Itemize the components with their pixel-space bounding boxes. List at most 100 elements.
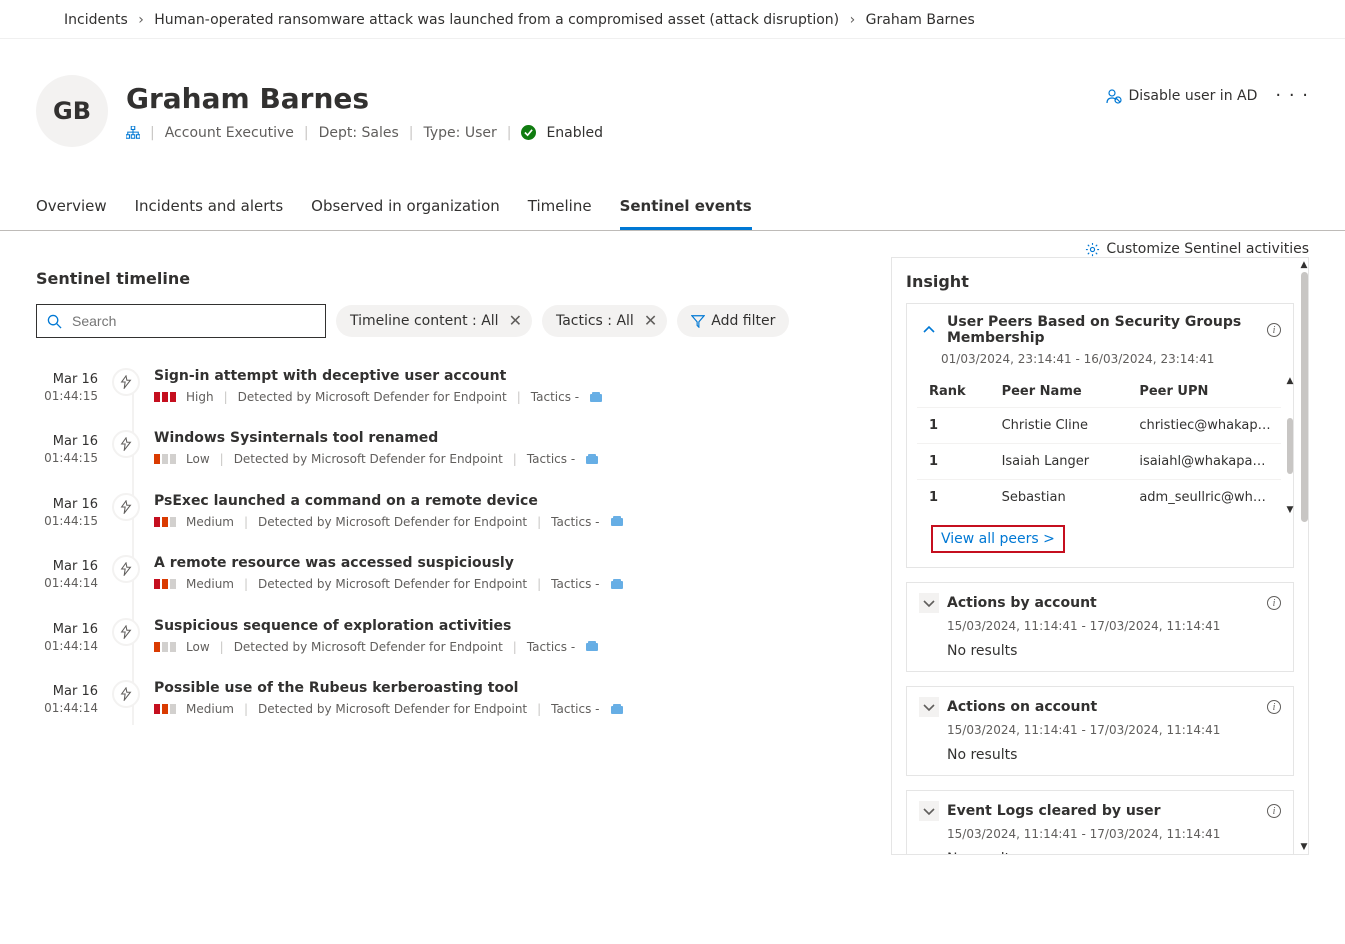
person-disable-icon [1106, 88, 1122, 104]
tactic-icon [610, 703, 624, 716]
tactic-icon [585, 640, 599, 653]
timeline-item-title: Sign-in attempt with deceptive user acco… [154, 368, 867, 384]
tactics-label: Tactics - [551, 577, 599, 591]
view-all-peers-link[interactable]: View all peers > [931, 525, 1065, 553]
scrollbar[interactable]: ▲ ▼ [1300, 258, 1308, 854]
severity-bars-icon [154, 517, 176, 527]
peer-name: Christie Cline [990, 408, 1128, 444]
filter-chip-content[interactable]: Timeline content : All ✕ [336, 305, 532, 337]
timeline-timestamp: Mar 16 01:44:14 [40, 555, 98, 591]
close-icon[interactable]: ✕ [509, 313, 522, 329]
col-upn[interactable]: Peer UPN [1127, 376, 1281, 408]
tactic-icon [610, 515, 624, 528]
breadcrumb: Incidents › Human-operated ransomware at… [0, 0, 1345, 39]
tab-overview[interactable]: Overview [36, 185, 107, 230]
alert-icon [112, 368, 140, 396]
tactics-label: Tactics - [551, 702, 599, 716]
org-icon [126, 126, 140, 140]
info-icon[interactable]: i [1267, 596, 1281, 610]
timeline-item[interactable]: Mar 16 01:44:14 Suspicious sequence of e… [40, 610, 867, 672]
severity-label: Medium [186, 577, 234, 591]
customize-activities-button[interactable]: Customize Sentinel activities [1085, 241, 1309, 257]
card-actions-on-account: Actions on account i 15/03/2024, 11:14:4… [906, 686, 1294, 776]
detected-by: Detected by Microsoft Defender for Endpo… [238, 390, 507, 404]
card-title: Event Logs cleared by user [947, 803, 1259, 819]
chevron-down-icon[interactable] [919, 593, 939, 613]
scrollbar-thumb[interactable] [1287, 418, 1293, 474]
col-rank[interactable]: Rank [917, 376, 990, 408]
timeline-item-title: Windows Sysinternals tool renamed [154, 430, 867, 446]
card-date-range: 15/03/2024, 11:14:41 - 17/03/2024, 11:14… [907, 723, 1293, 743]
chevron-down-icon[interactable] [919, 697, 939, 717]
chevron-down-icon[interactable] [919, 801, 939, 821]
timeline-item[interactable]: Mar 16 01:44:15 PsExec launched a comman… [40, 485, 867, 547]
tab-sentinel-events[interactable]: Sentinel events [620, 185, 752, 230]
breadcrumb-incident[interactable]: Human-operated ransomware attack was lau… [154, 12, 839, 28]
detected-by: Detected by Microsoft Defender for Endpo… [258, 702, 527, 716]
card-result: No results [907, 639, 1293, 671]
card-title: Actions by account [947, 595, 1259, 611]
card-result: No results [907, 847, 1293, 854]
card-user-peers: User Peers Based on Security Groups Memb… [906, 303, 1294, 568]
timeline-item[interactable]: Mar 16 01:44:15 Windows Sysinternals too… [40, 422, 867, 484]
card-title: Actions on account [947, 699, 1259, 715]
info-icon[interactable]: i [1267, 804, 1281, 818]
scrollbar[interactable]: ▲ ▼ [1285, 376, 1295, 515]
scroll-up-icon[interactable]: ▲ [1301, 260, 1308, 270]
scroll-up-icon[interactable]: ▲ [1287, 376, 1294, 386]
chevron-up-icon[interactable] [919, 320, 939, 340]
entity-header: GB Graham Barnes | Account Executive | D… [0, 39, 1345, 165]
more-actions-button[interactable]: · · · [1275, 85, 1309, 106]
table-row[interactable]: 1 Sebastian adm_seullric@whaka... [917, 480, 1281, 516]
tab-incidents-alerts[interactable]: Incidents and alerts [135, 185, 284, 230]
peer-rank: 1 [917, 408, 990, 444]
scroll-down-icon[interactable]: ▼ [1301, 842, 1308, 852]
breadcrumb-current: Graham Barnes [866, 12, 975, 28]
peer-rank: 1 [917, 444, 990, 480]
timeline-timestamp: Mar 16 01:44:15 [40, 493, 98, 529]
peer-upn: isaiahl@whakapapa.a... [1127, 444, 1281, 480]
card-date-range: 15/03/2024, 11:14:41 - 17/03/2024, 11:14… [907, 619, 1293, 639]
scroll-down-icon[interactable]: ▼ [1287, 505, 1294, 515]
severity-bars-icon [154, 704, 176, 714]
timeline-item[interactable]: Mar 16 01:44:14 Possible use of the Rube… [40, 672, 867, 734]
peer-name: Sebastian [990, 480, 1128, 516]
gear-icon [1085, 242, 1100, 257]
tab-observed[interactable]: Observed in organization [311, 185, 500, 230]
info-icon[interactable]: i [1267, 323, 1281, 337]
disable-user-button[interactable]: Disable user in AD [1106, 88, 1257, 104]
timeline-item[interactable]: Mar 16 01:44:15 Sign-in attempt with dec… [40, 360, 867, 422]
card-date-range: 15/03/2024, 11:14:41 - 17/03/2024, 11:14… [907, 827, 1293, 847]
severity-label: Medium [186, 515, 234, 529]
card-event-logs-cleared: Event Logs cleared by user i 15/03/2024,… [906, 790, 1294, 854]
filter-chip-tactics[interactable]: Tactics : All ✕ [542, 305, 667, 337]
info-icon[interactable]: i [1267, 700, 1281, 714]
tactic-icon [585, 453, 599, 466]
col-name[interactable]: Peer Name [990, 376, 1128, 408]
timeline-item[interactable]: Mar 16 01:44:14 A remote resource was ac… [40, 547, 867, 609]
add-filter-button[interactable]: Add filter [677, 305, 789, 337]
table-row[interactable]: 1 Christie Cline christiec@whakapap... [917, 408, 1281, 444]
breadcrumb-root[interactable]: Incidents [64, 12, 128, 28]
peer-name: Isaiah Langer [990, 444, 1128, 480]
timeline-timestamp: Mar 16 01:44:15 [40, 368, 98, 404]
peer-upn: adm_seullric@whaka... [1127, 480, 1281, 516]
alert-icon [112, 493, 140, 521]
meta-type: Type: User [424, 125, 497, 141]
severity-label: Low [186, 640, 210, 654]
timeline-heading: Sentinel timeline [36, 269, 867, 288]
close-icon[interactable]: ✕ [644, 313, 657, 329]
tactic-icon [589, 391, 603, 404]
meta-dept: Dept: Sales [319, 125, 399, 141]
detected-by: Detected by Microsoft Defender for Endpo… [258, 515, 527, 529]
table-row[interactable]: 1 Isaiah Langer isaiahl@whakapapa.a... [917, 444, 1281, 480]
timeline-timestamp: Mar 16 01:44:14 [40, 618, 98, 654]
tab-timeline[interactable]: Timeline [528, 185, 592, 230]
tabs: Overview Incidents and alerts Observed i… [0, 185, 1345, 231]
peer-upn: christiec@whakapap... [1127, 408, 1281, 444]
filter-icon [691, 314, 705, 328]
scrollbar-thumb[interactable] [1301, 272, 1308, 522]
chevron-right-icon: › [850, 12, 856, 28]
search-input[interactable] [36, 304, 326, 338]
insight-title: Insight [906, 272, 1294, 291]
